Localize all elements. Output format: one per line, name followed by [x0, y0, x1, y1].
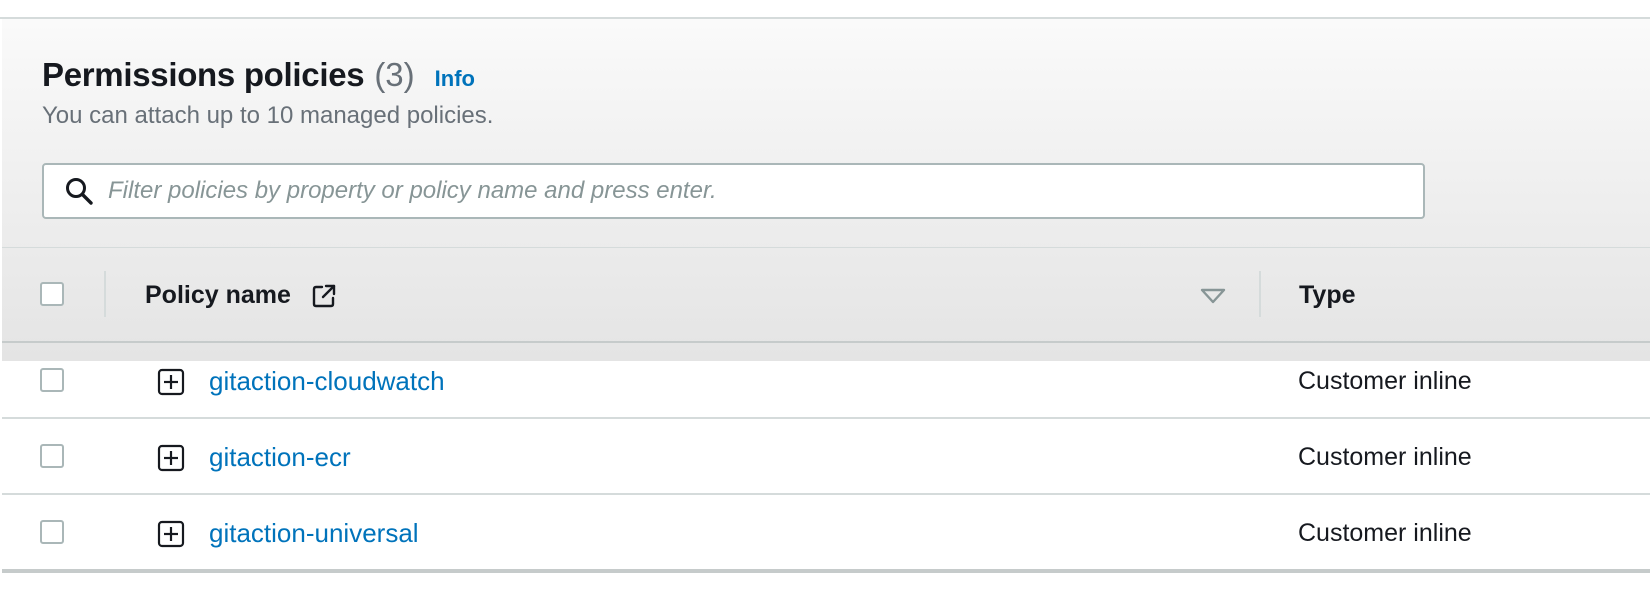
- policy-type: Customer inline: [1298, 367, 1472, 395]
- table-top-divider: [2, 247, 1650, 248]
- policy-name-link[interactable]: gitaction-universal: [209, 518, 419, 549]
- permissions-policies-frame: Permissions policies (3) Info You can at…: [0, 0, 1650, 608]
- row-checkbox[interactable]: [40, 368, 64, 392]
- permissions-policies-panel: Permissions policies (3) Info You can at…: [2, 19, 1650, 602]
- panel-title-row: Permissions policies (3) Info: [42, 56, 475, 94]
- policy-name-link[interactable]: gitaction-cloudwatch: [209, 366, 445, 397]
- sort-descending-icon[interactable]: [1199, 287, 1227, 305]
- policy-type: Customer inline: [1298, 443, 1472, 471]
- panel-description: You can attach up to 10 managed policies…: [42, 102, 494, 129]
- column-header-policy-name[interactable]: Policy name: [145, 281, 291, 310]
- search-icon: [62, 174, 96, 208]
- column-separator: [1259, 271, 1261, 317]
- column-separator: [104, 271, 106, 317]
- policy-name-link[interactable]: gitaction-ecr: [209, 442, 351, 473]
- expand-plus-icon[interactable]: [157, 520, 185, 548]
- row-divider: [2, 493, 1650, 495]
- policy-type: Customer inline: [1298, 519, 1472, 547]
- row-checkbox[interactable]: [40, 444, 64, 468]
- select-all-checkbox[interactable]: [40, 282, 64, 306]
- row-checkbox[interactable]: [40, 520, 64, 544]
- filter-policies-search[interactable]: [42, 163, 1425, 219]
- column-header-type[interactable]: Type: [1299, 281, 1356, 310]
- expand-plus-icon[interactable]: [157, 444, 185, 472]
- header-bottom-divider: [2, 341, 1650, 343]
- table-bottom-divider: [2, 569, 1650, 573]
- policy-count: (3): [374, 56, 415, 93]
- search-input[interactable]: [108, 171, 1423, 211]
- info-link[interactable]: Info: [435, 66, 475, 92]
- expand-plus-icon[interactable]: [157, 368, 185, 396]
- external-link-icon[interactable]: [311, 283, 337, 309]
- row-divider: [2, 417, 1650, 419]
- page-title: Permissions policies: [42, 56, 365, 93]
